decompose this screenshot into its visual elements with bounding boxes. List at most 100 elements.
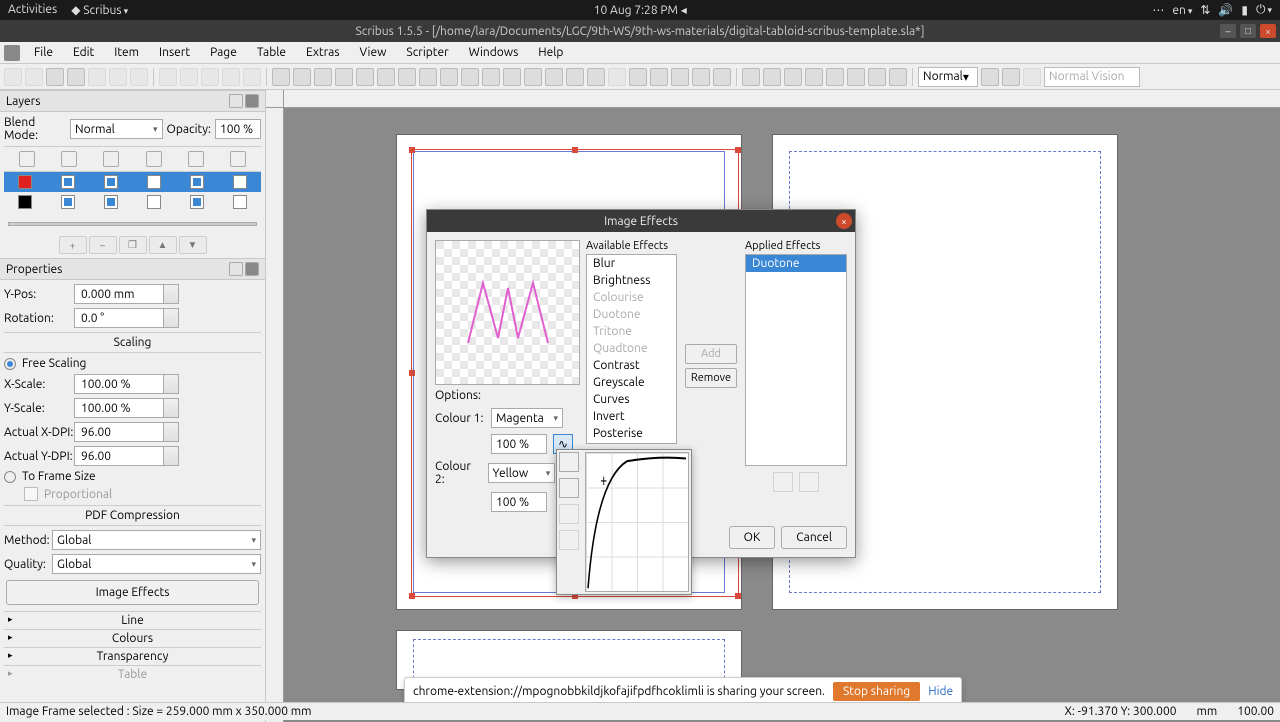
menu-table[interactable]: Table bbox=[247, 44, 296, 61]
tool-textframe[interactable] bbox=[293, 68, 311, 86]
applied-effect-duotone[interactable]: Duotone bbox=[746, 255, 846, 272]
curve-canvas[interactable]: + bbox=[585, 452, 689, 592]
applied-effects-list[interactable]: Duotone bbox=[745, 254, 847, 466]
clock[interactable]: 10 Aug 7:28 PM ◂ bbox=[128, 3, 1152, 17]
props-float-icon[interactable] bbox=[229, 262, 243, 276]
layer-row[interactable] bbox=[4, 172, 261, 192]
status-zoom[interactable]: 100.00 bbox=[1237, 705, 1274, 718]
menu-page[interactable]: Page bbox=[200, 44, 247, 61]
layer-visible-checkbox[interactable] bbox=[61, 195, 75, 209]
tool-copy[interactable] bbox=[222, 68, 240, 86]
method-select[interactable]: Global bbox=[52, 530, 261, 550]
layers-float-icon[interactable] bbox=[229, 94, 243, 108]
tool-pdf-text[interactable] bbox=[784, 68, 802, 86]
menu-extras[interactable]: Extras bbox=[296, 44, 350, 61]
tool-preview[interactable] bbox=[1002, 68, 1020, 86]
layer-outline-checkbox[interactable] bbox=[233, 175, 247, 189]
lang-indicator[interactable]: en bbox=[1172, 4, 1192, 17]
move-effect-up[interactable] bbox=[773, 472, 793, 492]
tool-edit-mode[interactable] bbox=[1023, 68, 1041, 86]
menu-help[interactable]: Help bbox=[528, 44, 573, 61]
tool-unlink[interactable] bbox=[650, 68, 668, 86]
tool-spiral[interactable] bbox=[419, 68, 437, 86]
colour1-percent[interactable]: 100 % bbox=[491, 434, 547, 454]
battery-icon[interactable]: ▮ bbox=[1241, 3, 1248, 17]
tool-pdf-link[interactable] bbox=[889, 68, 907, 86]
menu-item[interactable]: Item bbox=[104, 44, 149, 61]
tool-pdf-radio[interactable] bbox=[763, 68, 781, 86]
effect-posterise[interactable]: Posterise bbox=[587, 425, 676, 442]
menu-edit[interactable]: Edit bbox=[63, 44, 104, 61]
ruler-vertical[interactable] bbox=[266, 108, 284, 722]
network-icon[interactable]: ⇅ bbox=[1200, 3, 1210, 17]
tool-paste[interactable] bbox=[243, 68, 261, 86]
tray-icon[interactable]: ⋯ bbox=[1152, 3, 1164, 17]
layers-close-icon[interactable] bbox=[245, 94, 259, 108]
colours-expander[interactable]: Colours bbox=[4, 629, 261, 647]
xscale-input[interactable]: 100.00 % bbox=[74, 374, 179, 394]
rotation-input[interactable]: 0.0 ° bbox=[74, 308, 179, 328]
free-scaling-radio[interactable] bbox=[4, 358, 16, 370]
colour2-percent[interactable]: 100 % bbox=[491, 492, 547, 512]
effect-contrast[interactable]: Contrast bbox=[587, 357, 676, 374]
tool-select[interactable] bbox=[272, 68, 290, 86]
menu-view[interactable]: View bbox=[350, 44, 397, 61]
tool-arc[interactable] bbox=[398, 68, 416, 86]
effect-curves[interactable]: Curves bbox=[587, 391, 676, 408]
layer-visible-checkbox[interactable] bbox=[61, 175, 75, 189]
transparency-expander[interactable]: Transparency bbox=[4, 647, 261, 665]
tool-rotate[interactable] bbox=[545, 68, 563, 86]
line-expander[interactable]: Line bbox=[4, 611, 261, 629]
layer-color-swatch[interactable] bbox=[18, 175, 32, 189]
status-unit[interactable]: mm bbox=[1196, 705, 1217, 718]
tool-pdf-check[interactable] bbox=[805, 68, 823, 86]
menu-insert[interactable]: Insert bbox=[149, 44, 200, 61]
layer-add-button[interactable]: + bbox=[59, 236, 87, 254]
layer-flow-checkbox[interactable] bbox=[190, 175, 204, 189]
tool-new[interactable] bbox=[4, 68, 22, 86]
image-effects-button[interactable]: Image Effects bbox=[6, 580, 259, 605]
curve-load-icon[interactable] bbox=[559, 530, 579, 550]
layer-up-button[interactable]: ▲ bbox=[149, 236, 177, 254]
layer-slider-track[interactable] bbox=[8, 222, 257, 226]
layer-outline-checkbox[interactable] bbox=[233, 195, 247, 209]
tool-calligraphic[interactable] bbox=[524, 68, 542, 86]
menu-file[interactable]: File bbox=[24, 44, 63, 61]
tool-polygon[interactable] bbox=[440, 68, 458, 86]
opacity-spin[interactable]: 100 % bbox=[215, 119, 261, 139]
move-effect-down[interactable] bbox=[799, 472, 819, 492]
tool-pdf-combo[interactable] bbox=[826, 68, 844, 86]
tool-imageframe[interactable] bbox=[314, 68, 332, 86]
tool-close[interactable] bbox=[67, 68, 85, 86]
curve-reset-icon[interactable] bbox=[559, 452, 579, 472]
quality-select[interactable]: Global bbox=[52, 554, 261, 574]
effect-greyscale[interactable]: Greyscale bbox=[587, 374, 676, 391]
tool-cut[interactable] bbox=[201, 68, 219, 86]
ypos-input[interactable]: 0.000 mm bbox=[74, 284, 179, 304]
tool-redo[interactable] bbox=[180, 68, 198, 86]
tool-edit-text[interactable] bbox=[608, 68, 626, 86]
menu-scripter[interactable]: Scripter bbox=[396, 44, 458, 61]
tool-edit-content[interactable] bbox=[587, 68, 605, 86]
dialog-close-button[interactable]: × bbox=[836, 213, 852, 229]
layer-flow-checkbox[interactable] bbox=[190, 195, 204, 209]
tool-eyedropper[interactable] bbox=[713, 68, 731, 86]
menu-windows[interactable]: Windows bbox=[459, 44, 529, 61]
curve-linear-icon[interactable] bbox=[559, 478, 579, 498]
add-effect-button[interactable]: Add bbox=[685, 344, 737, 364]
yscale-input[interactable]: 100.00 % bbox=[74, 398, 179, 418]
actual-ydpi-input[interactable]: 96.00 bbox=[74, 446, 179, 466]
tool-line[interactable] bbox=[461, 68, 479, 86]
layer-dup-button[interactable]: ❐ bbox=[119, 236, 147, 254]
close-button[interactable]: × bbox=[1260, 24, 1276, 38]
effect-sharpen[interactable]: Sharpen bbox=[587, 442, 676, 444]
stop-sharing-button[interactable]: Stop sharing bbox=[833, 682, 920, 701]
colour1-select[interactable]: Magenta bbox=[491, 408, 563, 428]
cancel-button[interactable]: Cancel bbox=[781, 526, 847, 549]
tool-pdf-list[interactable] bbox=[847, 68, 865, 86]
tool-freehand[interactable] bbox=[503, 68, 521, 86]
to-frame-radio[interactable] bbox=[4, 471, 16, 483]
tool-bezier[interactable] bbox=[482, 68, 500, 86]
available-effects-list[interactable]: Blur Brightness Colourise Duotone Triton… bbox=[586, 254, 677, 444]
tool-undo[interactable] bbox=[159, 68, 177, 86]
